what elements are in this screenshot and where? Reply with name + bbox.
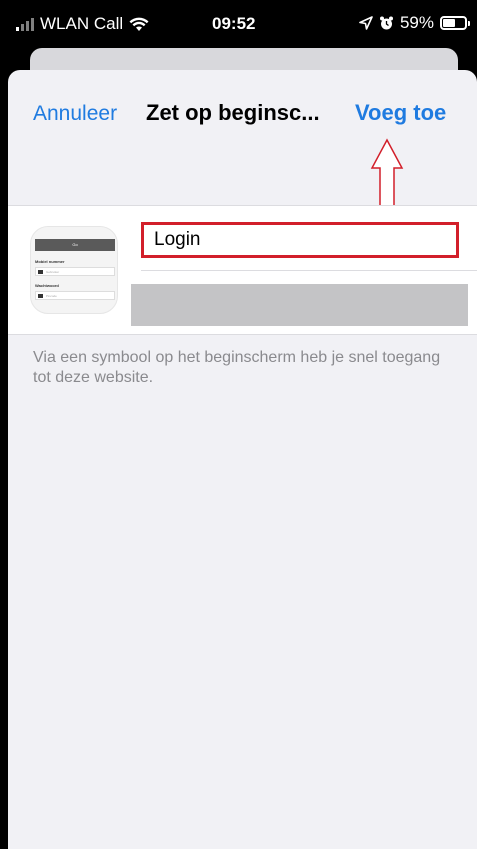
preview-field-2: Pincode [35,291,115,300]
field-divider [141,270,477,271]
alarm-icon [379,16,393,29]
phone-icon [38,269,43,274]
preview-field-1: Gebruiker [35,267,115,276]
info-text: Via een symbool op het beginscherm heb j… [33,349,441,386]
status-left: WLAN Call [16,14,149,34]
status-right: 59% [359,13,470,33]
screen-edge [0,60,8,849]
add-to-homescreen-sheet: Annuleer Zet op beginsc... Voeg toe Go M… [8,70,477,849]
carrier-label: WLAN Call [40,14,124,33]
arrow-up-icon [370,138,404,207]
phone-screen: WLAN Call 09:52 59% Annuleer Zet op begi… [0,0,477,849]
preview-placeholder-1: Gebruiker [46,269,60,274]
wifi-icon [129,17,149,31]
preview-header: Go [35,239,115,251]
preview-placeholder-2: Pincode [46,293,57,298]
status-bar: WLAN Call 09:52 59% [0,0,477,46]
lock-icon [38,293,43,298]
preview-label-1: Mobiel nummer [35,259,65,264]
signal-icon [16,17,34,31]
add-button[interactable]: Voeg toe [355,100,446,126]
nav-bar: Annuleer Zet op beginsc... Voeg toe [8,70,477,150]
battery-fill [443,19,456,27]
battery-icon [440,16,470,30]
cancel-button[interactable]: Annuleer [33,102,117,126]
status-time: 09:52 [212,14,256,33]
battery-percent: 59% [399,13,434,32]
page-title: Zet op beginsc... [146,100,320,125]
preview-label-2: Wachtwoord [35,283,59,288]
bookmark-card: Go Mobiel nummer Gebruiker Wachtwoord Pi… [8,205,477,335]
bookmark-name-field[interactable]: Login [141,222,459,258]
website-icon-preview: Go Mobiel nummer Gebruiker Wachtwoord Pi… [30,226,118,314]
location-icon [359,16,373,30]
bookmark-url-field [131,284,468,326]
